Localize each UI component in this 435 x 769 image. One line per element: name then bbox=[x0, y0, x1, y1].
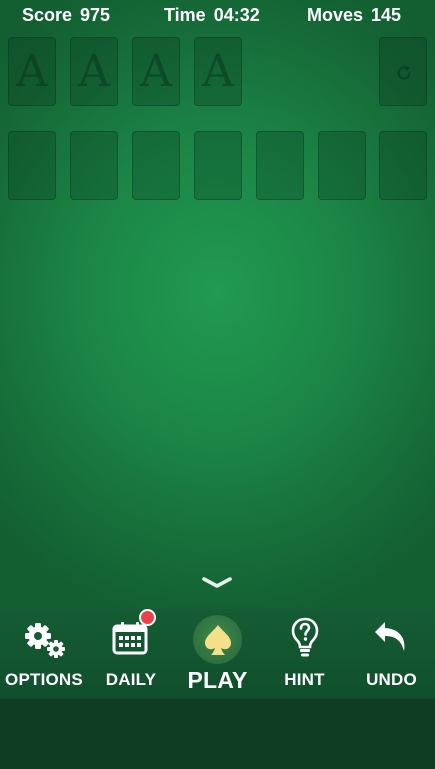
tableau-column-2[interactable] bbox=[70, 131, 118, 200]
foundation-pile-1[interactable]: A bbox=[8, 37, 56, 106]
options-label: OPTIONS bbox=[5, 670, 83, 689]
foundation-pile-2[interactable]: A bbox=[70, 37, 118, 106]
play-button[interactable]: PLAY bbox=[174, 609, 261, 699]
moves-label: Moves bbox=[307, 5, 364, 25]
tableau-column-4[interactable] bbox=[194, 131, 242, 200]
foundation-ace-label: A bbox=[140, 45, 172, 97]
score-value: 975 bbox=[80, 5, 111, 25]
lightbulb-question-icon bbox=[291, 617, 319, 657]
time-value: 04:32 bbox=[213, 5, 260, 25]
recycle-icon bbox=[397, 65, 411, 80]
tableau-column-3[interactable] bbox=[132, 131, 180, 200]
daily-challenge-button[interactable]: DAILY bbox=[88, 609, 174, 699]
notification-badge bbox=[139, 609, 156, 626]
undo-label: UNDO bbox=[366, 670, 417, 689]
options-button[interactable]: OPTIONS bbox=[0, 609, 88, 699]
tableau-column-6[interactable] bbox=[318, 131, 366, 200]
hint-label: HINT bbox=[284, 670, 325, 689]
foundation-ace-label: A bbox=[16, 45, 48, 97]
foundation-pile-3[interactable]: A bbox=[132, 37, 180, 106]
stock-pile[interactable] bbox=[379, 37, 427, 106]
chevron-down-icon[interactable] bbox=[201, 576, 233, 590]
gear-icon bbox=[25, 623, 65, 658]
time-display: Time 04:32 bbox=[164, 5, 260, 26]
undo-arrow-icon bbox=[375, 622, 405, 651]
bottom-toolbar: OPTIONS DAILY PLAY HINT UNDO bbox=[0, 608, 435, 699]
daily-label: DAILY bbox=[105, 670, 157, 689]
undo-button[interactable]: UNDO bbox=[348, 609, 435, 699]
hint-button[interactable]: HINT bbox=[261, 609, 348, 699]
tableau-column-7[interactable] bbox=[379, 131, 427, 200]
tableau-column-1[interactable] bbox=[8, 131, 56, 200]
bottom-strip bbox=[0, 698, 435, 769]
score-display: Score 975 bbox=[22, 5, 110, 26]
status-bar: Score 975 Time 04:32 Moves 145 bbox=[0, 0, 435, 30]
spade-icon bbox=[205, 625, 231, 655]
foundation-pile-4[interactable]: A bbox=[194, 37, 242, 106]
foundation-ace-label: A bbox=[78, 45, 110, 97]
play-label: PLAY bbox=[187, 667, 248, 693]
moves-value: 145 bbox=[371, 5, 402, 25]
foundation-ace-label: A bbox=[202, 45, 234, 97]
moves-display: Moves 145 bbox=[307, 5, 401, 26]
score-label: Score bbox=[22, 5, 73, 25]
tableau-column-5[interactable] bbox=[256, 131, 304, 200]
time-label: Time bbox=[164, 5, 206, 25]
calendar-icon bbox=[112, 622, 148, 655]
